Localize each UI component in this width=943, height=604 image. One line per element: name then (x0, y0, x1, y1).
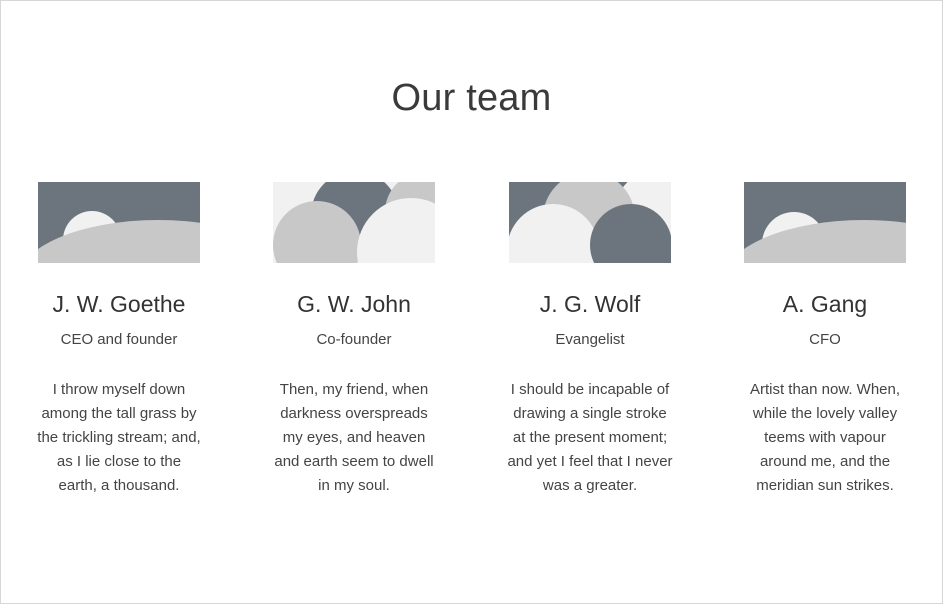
member-role: Evangelist (555, 331, 625, 348)
team-member-card: G. W. John Co-founder Then, my friend, w… (236, 182, 472, 498)
team-member-card: A. Gang CFO Artist than now. When, while… (707, 182, 943, 498)
member-photo (273, 182, 435, 263)
member-role: CFO (809, 331, 841, 348)
member-photo (38, 182, 200, 263)
team-member-card: J. G. Wolf Evangelist I should be incapa… (472, 182, 708, 498)
member-name: G. W. John (297, 291, 411, 317)
team-section: Our team J. W. Goethe CEO and founder I … (0, 0, 943, 604)
member-photo (744, 182, 906, 263)
section-title: Our team (391, 77, 552, 119)
member-bio: Then, my friend, when darkness oversprea… (274, 381, 434, 494)
member-bio: I should be incapable of drawing a singl… (507, 381, 673, 494)
member-bio: I throw myself down among the tall grass… (37, 381, 201, 494)
member-name: J. G. Wolf (539, 291, 641, 317)
member-role: CEO and founder (60, 331, 178, 348)
member-bio: Artist than now. When, while the lovely … (749, 381, 901, 494)
member-role: Co-founder (316, 331, 392, 348)
member-name: A. Gang (782, 291, 868, 317)
member-name: J. W. Goethe (52, 291, 186, 317)
member-photo (509, 182, 671, 263)
team-member-card: J. W. Goethe CEO and founder I throw mys… (1, 182, 237, 498)
